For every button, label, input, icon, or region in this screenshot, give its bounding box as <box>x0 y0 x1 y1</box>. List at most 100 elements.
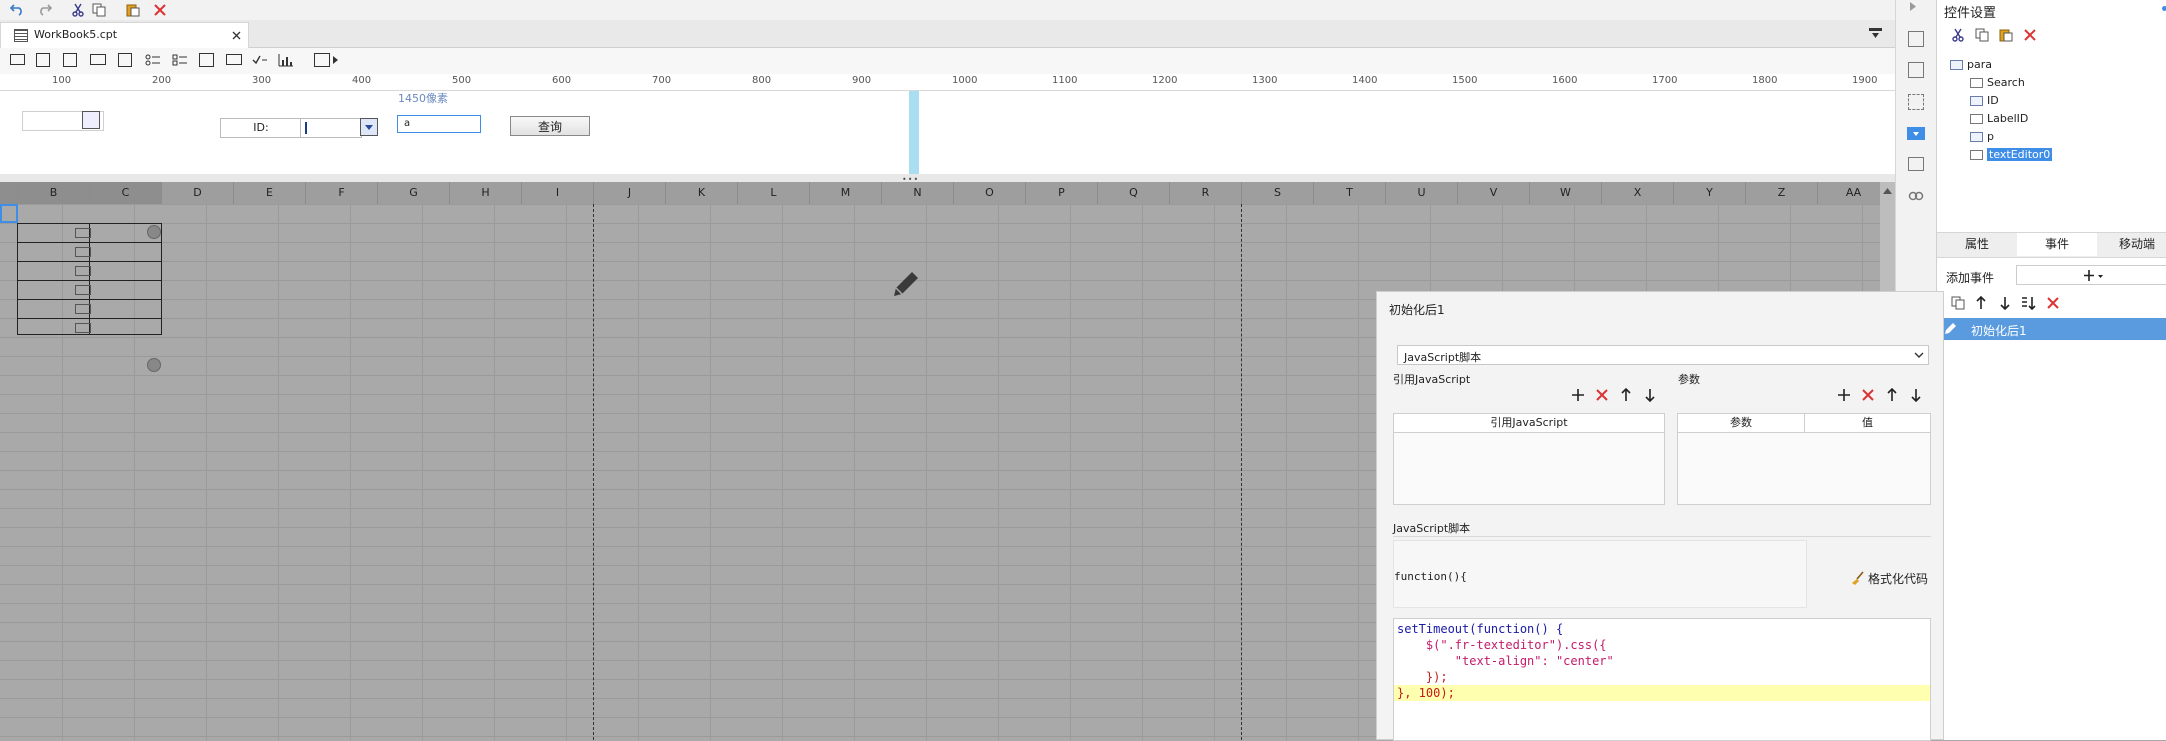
column-header-cell[interactable]: S <box>1242 182 1314 204</box>
divider <box>1393 536 1931 537</box>
column-header-cell[interactable]: V <box>1458 182 1530 204</box>
tab-menu-icon[interactable] <box>1867 26 1883 40</box>
column-header-cell[interactable]: B <box>18 182 90 204</box>
radio-group-icon[interactable] <box>145 53 161 67</box>
params-table[interactable]: 参数 值 <box>1677 413 1931 505</box>
arrow-down-icon[interactable] <box>1910 388 1922 402</box>
chart-widget-icon[interactable] <box>278 53 294 67</box>
cut-icon[interactable] <box>1951 28 1965 42</box>
chevron-right-icon[interactable] <box>333 56 338 64</box>
tree-item-id[interactable]: ID <box>1970 94 1999 107</box>
column-header-cell[interactable]: X <box>1602 182 1674 204</box>
gear-icon[interactable] <box>147 225 161 239</box>
delete-icon[interactable] <box>1862 389 1874 401</box>
column-header-cell[interactable]: U <box>1386 182 1458 204</box>
link-icon[interactable] <box>1908 189 1924 203</box>
column-header-cell[interactable]: O <box>954 182 1026 204</box>
more-widgets-icon[interactable] <box>314 53 330 67</box>
column-header-cell[interactable]: Q <box>1098 182 1170 204</box>
column-header-cell[interactable]: C <box>90 182 162 204</box>
format-code-button[interactable]: 格式化代码 <box>1850 570 1928 587</box>
query-button[interactable]: 查询 <box>510 116 590 136</box>
column-header-cell[interactable]: L <box>738 182 810 204</box>
column-header-cell[interactable]: Y <box>1674 182 1746 204</box>
tree-item-texteditor0[interactable]: textEditor0 <box>1970 148 2053 161</box>
split-bar[interactable]: ••• <box>0 174 1895 184</box>
widget-settings-icon[interactable] <box>1907 127 1925 140</box>
tab-mobile[interactable]: 移动端 <box>2097 233 2166 256</box>
column-header-cell[interactable]: W <box>1530 182 1602 204</box>
number-widget-icon[interactable] <box>199 53 214 67</box>
tree-item-search[interactable]: Search <box>1970 76 2025 89</box>
arrow-up-icon[interactable] <box>1886 388 1898 402</box>
close-icon[interactable] <box>229 28 243 42</box>
code-editor[interactable]: setTimeout(function() { $(".fr-textedito… <box>1393 618 1931 741</box>
script-type-select[interactable]: JavaScript脚本 <box>1397 345 1929 365</box>
column-header-cell[interactable]: R <box>1170 182 1242 204</box>
chevron-down-icon[interactable] <box>360 118 378 136</box>
checkbox-icon[interactable] <box>252 53 268 67</box>
ref-js-table[interactable]: 引用JavaScript <box>1393 413 1665 505</box>
tab-properties[interactable]: 属性 <box>1937 233 2017 256</box>
column-header-cell[interactable]: Z <box>1746 182 1818 204</box>
copy-icon[interactable] <box>1951 296 1965 310</box>
undo-icon[interactable] <box>9 2 25 18</box>
event-list-item[interactable]: 初始化后1 <box>1937 318 2166 340</box>
redo-icon[interactable] <box>37 2 53 18</box>
delete-icon[interactable] <box>2024 29 2036 41</box>
add-event-button[interactable] <box>2016 265 2166 285</box>
column-header-cell[interactable]: J <box>594 182 666 204</box>
file-tab[interactable]: WorkBook5.cpt <box>0 22 249 48</box>
checkbox-group-icon[interactable] <box>172 53 188 67</box>
delete-icon[interactable] <box>152 2 168 18</box>
calendar-icon[interactable] <box>82 111 100 129</box>
frame-icon[interactable] <box>1908 94 1924 110</box>
paste-icon[interactable] <box>1999 28 2013 42</box>
column-header-cell[interactable]: N <box>882 182 954 204</box>
move-bottom-icon[interactable] <box>2021 296 2037 310</box>
column-header-cell[interactable]: D <box>162 182 234 204</box>
text-editor-widget[interactable]: a <box>397 115 481 133</box>
column-header-cell[interactable]: F <box>306 182 378 204</box>
column-header-cell[interactable]: K <box>666 182 738 204</box>
chevron-down-icon <box>1914 352 1924 358</box>
chevron-right-icon[interactable] <box>1910 2 1916 11</box>
layout-icon[interactable] <box>1908 31 1924 47</box>
arrow-up-icon[interactable] <box>1620 388 1632 402</box>
arrow-up-icon[interactable] <box>1975 296 1987 310</box>
delete-icon[interactable] <box>1596 389 1608 401</box>
copy-icon[interactable] <box>91 2 107 18</box>
cut-icon[interactable] <box>70 2 86 18</box>
column-header-cell[interactable]: G <box>378 182 450 204</box>
component-icon[interactable] <box>1908 62 1924 78</box>
list-widget-icon[interactable] <box>118 53 132 67</box>
combobox-widget-icon[interactable] <box>10 54 25 65</box>
gear-icon[interactable] <box>147 358 161 372</box>
arrow-down-icon[interactable] <box>1999 296 2011 310</box>
copy-icon[interactable] <box>1975 28 1989 42</box>
tab-events[interactable]: 事件 <box>2017 233 2097 256</box>
tree-item-labelid[interactable]: LabelID <box>1970 112 2028 125</box>
selected-cell[interactable] <box>0 204 18 223</box>
column-header-cell[interactable]: H <box>450 182 522 204</box>
text-widget-icon[interactable] <box>90 54 106 65</box>
column-header-cell[interactable]: T <box>1314 182 1386 204</box>
tree-item-para[interactable]: para <box>1950 58 1992 71</box>
table-widget-icon[interactable] <box>63 53 77 67</box>
tab-strip <box>0 20 1895 48</box>
column-header-cell[interactable]: E <box>234 182 306 204</box>
form-widget-icon[interactable] <box>36 53 50 67</box>
column-header-cell[interactable]: I <box>522 182 594 204</box>
column-header-cell[interactable]: P <box>1026 182 1098 204</box>
tree-item-p[interactable]: p <box>1970 130 1994 143</box>
arrow-down-icon[interactable] <box>1644 388 1656 402</box>
corner-cell[interactable] <box>0 182 18 204</box>
delete-icon[interactable] <box>2047 297 2059 309</box>
paste-icon[interactable] <box>125 2 141 18</box>
column-header-cell[interactable]: M <box>810 182 882 204</box>
list-icon[interactable] <box>1908 157 1924 171</box>
button-widget-icon[interactable] <box>226 54 242 65</box>
id-combobox[interactable] <box>300 118 362 138</box>
add-icon[interactable] <box>1572 389 1584 401</box>
add-icon[interactable] <box>1838 389 1850 401</box>
